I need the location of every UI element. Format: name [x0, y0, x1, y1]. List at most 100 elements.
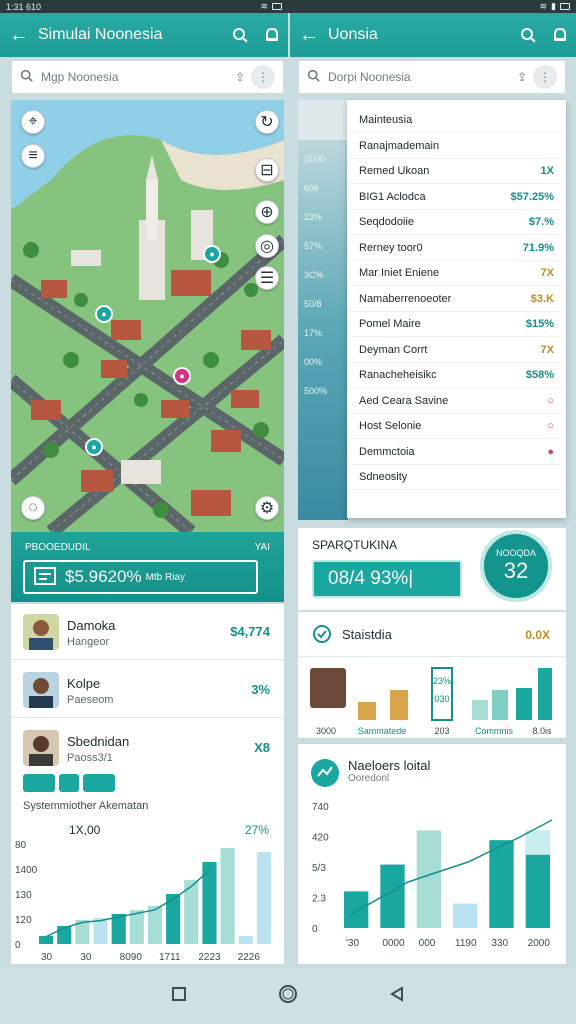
bar — [538, 668, 552, 720]
chip-button[interactable] — [83, 774, 115, 792]
score-ring: NOOQDA 32 — [480, 530, 552, 602]
x-tick-label: 2226 — [238, 952, 261, 963]
chart-headline-pct: 27% — [245, 823, 269, 837]
right-app-bar: ← Uonsia — [290, 13, 576, 57]
voice-icon[interactable]: ⇪ — [229, 70, 251, 84]
notification-bell-icon[interactable] — [256, 27, 288, 43]
left-bar-chart: 1X,00 27% 80 1400 130 120 0 30 30 8090 1711 2223 2… — [15, 823, 271, 963]
right-search-input[interactable]: Dorpi Noonesia ⇪ ⋮ — [298, 60, 566, 94]
stat-header: Staistdia — [312, 624, 392, 644]
battery-icon — [560, 3, 570, 10]
menu-item[interactable]: BIG1 Aclodca $57.25% — [347, 185, 566, 210]
bar — [57, 926, 72, 944]
stat-bar-label: Sammatede — [358, 726, 407, 736]
chip-button[interactable] — [23, 774, 55, 792]
menu-item[interactable]: Ranacheheisikc $58% — [347, 363, 566, 388]
zoom-icon[interactable]: ⊕ — [255, 200, 279, 224]
menu-item-value: $3.K — [530, 292, 554, 305]
person-name: Sbednidan — [67, 734, 130, 749]
menu-item[interactable]: Remed Ukoan 1X — [347, 159, 566, 184]
summary-value-box[interactable]: 08/4 93%| — [312, 560, 462, 598]
bar — [93, 918, 108, 944]
back-button[interactable] — [389, 985, 405, 1007]
search-icon — [20, 69, 33, 85]
back-arrow-icon[interactable]: ← — [0, 24, 38, 47]
menu-item[interactable]: Mar Iniet Eniene 7X — [347, 261, 566, 286]
menu-item[interactable]: Host Selonie ○ — [347, 414, 566, 439]
bar-tag-mid: 030 — [434, 694, 449, 704]
person-value: X8 — [254, 740, 270, 755]
menu-item-label: BIG1 Aclodca — [359, 190, 426, 203]
status-bar: 1:31 610 ≋ ≋ ▮ — [0, 0, 576, 13]
recent-apps-button[interactable] — [171, 986, 187, 1007]
bar — [472, 700, 488, 720]
list-item[interactable]: Kolpe Paeseom 3% — [11, 662, 284, 718]
back-arrow-icon[interactable]: ← — [290, 24, 328, 47]
list-item[interactable]: Damoka Hangeor $4,774 — [11, 604, 284, 660]
map-pin[interactable]: ● — [203, 245, 221, 263]
y-tick-label: 120 — [15, 915, 32, 926]
location-icon[interactable]: ◌ — [21, 496, 45, 520]
menu-item[interactable]: Aed Ceara Savine ○ — [347, 389, 566, 414]
chip-button[interactable] — [59, 774, 79, 792]
menu-item[interactable]: Pomel Maire $15% — [347, 312, 566, 337]
menu-item[interactable]: Ranajmademain — [347, 134, 566, 159]
compass-icon[interactable]: ⌖ — [21, 110, 45, 134]
left-search-input[interactable]: Mgp Noonesia ⇪ ⋮ — [11, 60, 284, 94]
bus-icon[interactable]: ⊟ — [255, 158, 279, 182]
map-pin[interactable]: ● — [95, 305, 113, 323]
bar-highlight — [525, 830, 550, 855]
stat-bar-label: 8.0is — [532, 726, 552, 736]
map-pin[interactable]: ● — [173, 367, 191, 385]
document-icon — [34, 567, 56, 585]
list-icon[interactable]: ☰ — [255, 266, 279, 290]
home-button[interactable] — [277, 983, 299, 1010]
promo-banner[interactable]: PBOOEDUDIL YAI $5.9620% Mtb Riay — [11, 532, 284, 602]
menu-item-value: $7.% — [528, 216, 554, 228]
promo-value-box: $5.9620% Mtb Riay — [23, 560, 258, 594]
y-tick-label: 2.3 — [312, 894, 326, 905]
map-pin[interactable]: ● — [85, 438, 103, 456]
menu-item-label: Remed Ukoan — [359, 165, 430, 177]
trend-line — [347, 819, 553, 917]
promo-label: PBOOEDUDIL — [25, 542, 91, 553]
voice-icon[interactable]: ⇪ — [511, 70, 533, 84]
y-tick-label: 1400 — [15, 865, 38, 876]
camera-icon[interactable]: ◎ — [255, 234, 279, 258]
layers-icon[interactable]: ≡ — [21, 144, 45, 168]
stat-mini-chart: 23% 030 3000 Sammatede 203 Commnis 8.0is — [310, 667, 552, 736]
menu-item-label: Rerney toor0 — [359, 241, 423, 254]
menu-item-value: ○ — [547, 420, 554, 432]
menu-item[interactable]: Deyman Corrt 7X — [347, 338, 566, 363]
menu-item[interactable]: Demmctoia ● — [347, 440, 566, 465]
notification-bell-icon[interactable] — [544, 27, 576, 43]
person-value: $4,774 — [230, 624, 270, 639]
summary-card: SPARQTUKINA 08/4 93%| NOOQDA 32 — [298, 528, 566, 610]
menu-item[interactable]: Sdneosity — [347, 465, 566, 490]
search-icon[interactable] — [224, 27, 256, 43]
refresh-icon[interactable]: ↻ — [255, 110, 279, 134]
menu-item[interactable]: Mainteusia — [347, 108, 566, 133]
x-tick-label: 0000 — [382, 938, 405, 949]
menu-item-label: Mainteusia — [359, 114, 413, 126]
options-icon[interactable]: ⋮ — [251, 65, 275, 89]
settings-icon[interactable]: ⚙ — [255, 496, 279, 520]
city-map[interactable]: ⌖ ≡ ↻ ⊟ ⊕ ◎ ☰ ◌ ⚙ ● ● ● ● — [11, 100, 284, 532]
y-tick-label: 740 — [312, 802, 329, 813]
chart-header: Naeloers loital Ooredonl — [310, 758, 430, 788]
stat-bar-label: 3000 — [316, 726, 336, 736]
search-icon[interactable] — [512, 27, 544, 43]
person-sub: Paeseom — [67, 694, 114, 706]
strip-label: 57% — [304, 241, 323, 251]
wifi-icon: ≋ — [260, 1, 268, 11]
list-item[interactable]: Sbednidan Paoss3/1 X8 — [11, 720, 284, 776]
bar — [39, 936, 54, 944]
menu-item[interactable]: Rerney toor0 71.9% — [347, 236, 566, 261]
status-time: 1:31 610 — [6, 1, 42, 12]
menu-item-label: Pomel Maire — [359, 318, 421, 330]
menu-item-value: $58% — [525, 369, 554, 381]
chart-headline: 1X,00 — [69, 823, 101, 837]
menu-item[interactable]: Seqdodoiie $7.% — [347, 210, 566, 235]
menu-item[interactable]: Namaberrenoeoter $3.K — [347, 287, 566, 312]
options-icon[interactable]: ⋮ — [533, 65, 557, 89]
